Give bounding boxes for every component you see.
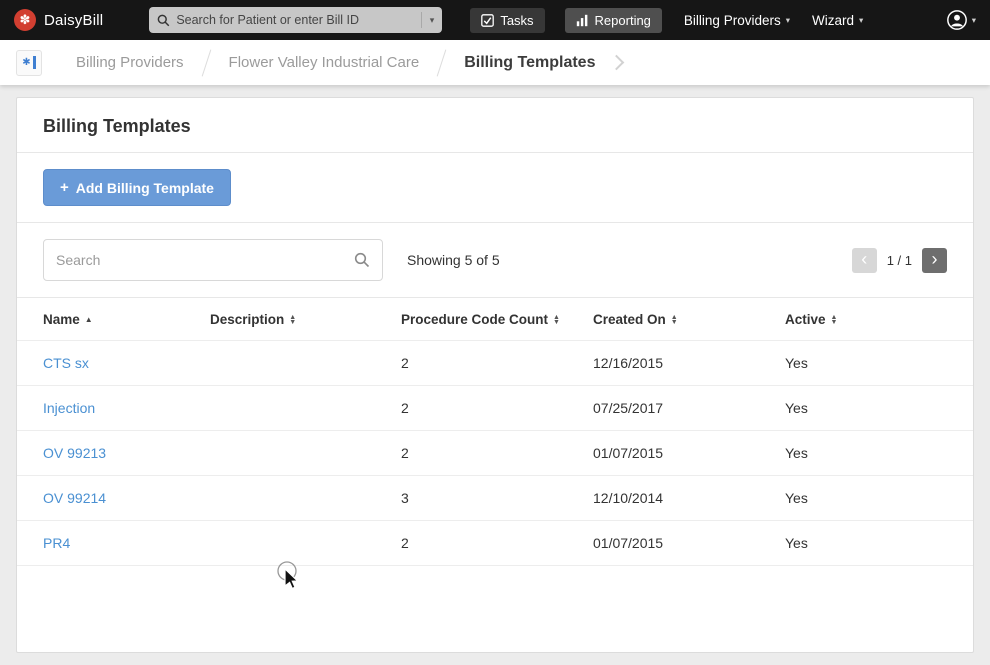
- created-on-cell: 12/10/2014: [593, 490, 664, 506]
- sort-down-glyph: ▼: [553, 318, 560, 326]
- sort-ascending-icon: ▲: [84, 315, 93, 324]
- provider-logo-star-icon: ✱: [22, 57, 31, 68]
- created-on-cell: 12/16/2015: [593, 355, 664, 371]
- active-cell: Yes: [785, 490, 808, 506]
- plus-icon: +: [60, 179, 69, 196]
- sort-icon: ▲ ▼: [830, 314, 838, 326]
- template-name-link[interactable]: OV 99214: [43, 490, 210, 506]
- template-name-link[interactable]: CTS sx: [43, 355, 210, 371]
- table-row: Injection 2 07/25/2017 Yes: [17, 386, 973, 431]
- table-row: OV 99214 3 12/10/2014 Yes: [17, 476, 973, 521]
- breadcrumb: ✱ Billing Providers Flower Valley Indust…: [0, 40, 990, 85]
- add-billing-template-label: Add Billing Template: [75, 179, 214, 196]
- procedure-code-count-cell: 2: [401, 535, 409, 551]
- column-label: Created On: [593, 312, 666, 327]
- reporting-button[interactable]: Reporting: [564, 7, 662, 33]
- page-title: Billing Templates: [43, 116, 191, 136]
- actions-row: + Add Billing Template: [17, 153, 973, 223]
- procedure-code-count-cell: 2: [401, 355, 409, 371]
- breadcrumb-arrow-icon: [609, 54, 625, 71]
- table-toolbar: Showing 5 of 5 ‹ 1 / 1 ›: [17, 223, 973, 298]
- tasks-check-icon: [481, 13, 495, 27]
- daisy-flower-glyph: ✽: [19, 12, 31, 27]
- table-row: PR4 2 01/07/2015 Yes: [17, 521, 973, 566]
- template-name-link[interactable]: PR4: [43, 535, 210, 551]
- pagination: ‹ 1 / 1 ›: [851, 247, 947, 273]
- procedure-code-count-cell: 2: [401, 445, 409, 461]
- column-label: Procedure Code Count: [401, 312, 549, 327]
- sort-icon: ▲ ▼: [670, 314, 678, 326]
- billing-providers-label: Billing Providers: [683, 12, 781, 28]
- column-header-created-on[interactable]: Created On ▲ ▼: [593, 312, 785, 327]
- search-dropdown-caret-icon[interactable]: ▾: [420, 12, 434, 28]
- main-content: Billing Templates + Add Billing Template…: [0, 85, 990, 665]
- user-account-menu[interactable]: ▾: [946, 9, 976, 31]
- user-avatar-icon: [946, 10, 967, 30]
- daisybill-logo-icon: ✽: [14, 9, 36, 31]
- table-row: OV 99213 2 01/07/2015 Yes: [17, 431, 973, 476]
- active-cell: Yes: [785, 445, 808, 461]
- sort-down-glyph: ▼: [670, 318, 678, 326]
- active-cell: Yes: [785, 400, 808, 416]
- column-header-active[interactable]: Active ▲ ▼: [785, 312, 973, 327]
- search-icon: [354, 252, 370, 268]
- procedure-code-count-cell: 2: [401, 400, 409, 416]
- card-header: Billing Templates: [17, 98, 973, 153]
- table-header-row: Name ▲ Description ▲ ▼ Procedure Code Co…: [17, 298, 973, 341]
- created-on-cell: 01/07/2015: [593, 535, 664, 551]
- template-name-link[interactable]: OV 99213: [43, 445, 210, 461]
- tasks-button[interactable]: Tasks: [470, 7, 545, 33]
- top-navigation-bar: ✽ DaisyBill ▾ Tasks Reporting Billing Pr…: [0, 0, 990, 40]
- breadcrumb-item-billing-providers[interactable]: Billing Providers: [76, 54, 184, 71]
- page-indicator: 1 / 1: [886, 252, 912, 268]
- chevron-down-icon: ▾: [785, 14, 790, 25]
- chevron-down-icon: ▾: [859, 14, 864, 25]
- provider-logo-bar-icon: [32, 56, 36, 69]
- provider-logo[interactable]: ✱: [16, 49, 42, 76]
- previous-page-button[interactable]: ‹: [851, 247, 877, 273]
- add-billing-template-button[interactable]: + Add Billing Template: [43, 169, 231, 206]
- reporting-chart-icon: [576, 14, 587, 26]
- breadcrumb-trail: Billing Providers Flower Valley Industri…: [76, 49, 625, 77]
- table-search-input[interactable]: [56, 252, 354, 268]
- billing-providers-menu[interactable]: Billing Providers ▾: [684, 13, 790, 28]
- active-cell: Yes: [785, 535, 808, 551]
- created-on-cell: 01/07/2015: [593, 445, 664, 461]
- global-search-input[interactable]: [176, 13, 417, 27]
- billing-templates-card: Billing Templates + Add Billing Template…: [16, 97, 974, 653]
- global-search[interactable]: ▾: [149, 7, 443, 33]
- breadcrumb-separator: [201, 49, 211, 76]
- column-header-name[interactable]: Name ▲: [43, 312, 210, 327]
- chevron-down-icon: ▾: [971, 14, 976, 25]
- wizard-menu[interactable]: Wizard ▾: [812, 13, 863, 28]
- sort-icon: ▲ ▼: [553, 314, 560, 326]
- column-label: Active: [785, 312, 826, 327]
- reporting-label: Reporting: [594, 12, 651, 28]
- column-header-description[interactable]: Description ▲ ▼: [210, 312, 401, 327]
- sort-down-glyph: ▼: [830, 318, 838, 326]
- breadcrumb-separator: [436, 49, 447, 76]
- created-on-cell: 07/25/2017: [593, 400, 664, 416]
- column-header-procedure-code-count[interactable]: Procedure Code Count ▲ ▼: [401, 312, 593, 327]
- brand-name: DaisyBill: [44, 11, 104, 29]
- sort-icon: ▲ ▼: [289, 314, 297, 326]
- sort-down-glyph: ▼: [289, 318, 297, 326]
- breadcrumb-item-flower-valley[interactable]: Flower Valley Industrial Care: [229, 54, 420, 71]
- table-search[interactable]: [43, 239, 383, 281]
- template-name-link[interactable]: Injection: [43, 400, 210, 416]
- showing-count: Showing 5 of 5: [407, 252, 500, 268]
- wizard-label: Wizard: [812, 12, 855, 28]
- column-label: Name: [43, 312, 80, 327]
- column-label: Description: [210, 312, 285, 327]
- procedure-code-count-cell: 3: [401, 490, 409, 506]
- next-page-button[interactable]: ›: [922, 247, 947, 273]
- active-cell: Yes: [785, 355, 808, 371]
- search-icon: [157, 14, 170, 26]
- table-row: CTS sx 2 12/16/2015 Yes: [17, 341, 973, 386]
- breadcrumb-item-billing-templates: Billing Templates: [464, 53, 596, 71]
- tasks-label: Tasks: [500, 12, 534, 28]
